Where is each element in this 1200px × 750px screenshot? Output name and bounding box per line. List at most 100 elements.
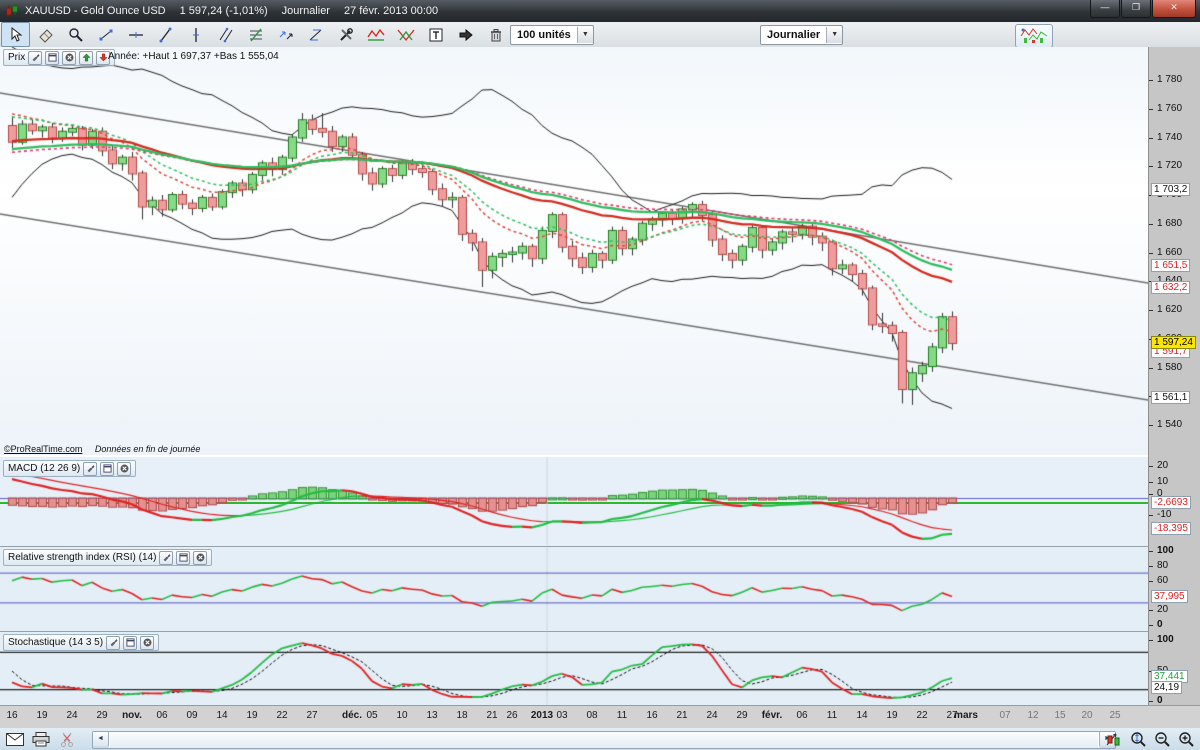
axis-tick-label: 1 740 bbox=[1157, 131, 1183, 143]
date-label: 14 bbox=[856, 710, 868, 721]
window-icon[interactable] bbox=[45, 50, 60, 65]
horizontal-line-tool[interactable] bbox=[121, 22, 150, 47]
axis-value-flag: 24,19 bbox=[1151, 681, 1183, 694]
candlestick-app-icon bbox=[5, 4, 19, 18]
forward-tool[interactable] bbox=[451, 22, 480, 47]
zoom-fit-icon[interactable] bbox=[1126, 730, 1150, 749]
chevron-down-icon[interactable]: ▼ bbox=[826, 27, 843, 43]
axis-tick bbox=[1149, 515, 1153, 516]
retracement-tool[interactable] bbox=[301, 22, 330, 47]
units-dropdown[interactable]: 100 unités ▼ bbox=[510, 25, 594, 45]
arrow-up-icon[interactable] bbox=[79, 50, 94, 65]
date-label: 13 bbox=[426, 710, 438, 721]
axis-tick-label: 100 bbox=[1157, 545, 1174, 556]
window-icon[interactable] bbox=[176, 550, 191, 565]
axis-tick-label: -10 bbox=[1157, 509, 1172, 520]
date-label: 09 bbox=[186, 710, 198, 721]
period-dropdown[interactable]: Journalier ▼ bbox=[760, 25, 844, 45]
minimize-button[interactable]: — bbox=[1090, 0, 1120, 18]
date-axis[interactable]: 16 19 24 29 nov. 06 09 14 19 22 27 déc. 05 10 13 18 21 26… bbox=[0, 705, 1200, 728]
date-label: 22 bbox=[276, 710, 288, 721]
axis-tick-label: 1 720 bbox=[1157, 160, 1183, 172]
axis-tick-label: 1 540 bbox=[1157, 419, 1183, 430]
zoom-candles-icon[interactable] bbox=[1102, 730, 1126, 749]
close-icon[interactable] bbox=[117, 461, 132, 476]
rsi-panel-title: Relative strength index (RSI) (14) bbox=[8, 552, 157, 563]
title-price: 1 597,24 (-1,01%) bbox=[179, 5, 268, 17]
axis-tick-label: 20 bbox=[1157, 459, 1169, 471]
wrench-icon[interactable] bbox=[28, 50, 43, 65]
cut-icon[interactable] bbox=[56, 731, 78, 749]
axis-tick bbox=[1149, 701, 1153, 702]
restore-button[interactable]: ❐ bbox=[1121, 0, 1151, 18]
axis-tick bbox=[1149, 640, 1153, 641]
zoom-out-icon[interactable] bbox=[1150, 730, 1174, 749]
date-label: 29 bbox=[736, 710, 748, 721]
select-tool[interactable] bbox=[1, 22, 30, 47]
settings-tool[interactable] bbox=[331, 22, 360, 47]
axis-tick bbox=[1149, 482, 1153, 483]
date-label: 19 bbox=[886, 710, 898, 721]
horizontal-scrollbar[interactable]: ◄ ► bbox=[92, 731, 1116, 749]
axis-tick bbox=[1149, 494, 1153, 495]
axis-tick bbox=[1149, 610, 1153, 611]
segment-tool[interactable] bbox=[91, 22, 120, 47]
mail-icon[interactable] bbox=[4, 731, 26, 749]
price-axis[interactable]: 1 7801 7601 7401 7201 7001 6801 6601 640… bbox=[1148, 47, 1200, 706]
prorealtime-link[interactable]: ©ProRealTime.com bbox=[4, 444, 82, 454]
zoom-in-icon[interactable] bbox=[1174, 730, 1198, 749]
date-label: mars bbox=[954, 710, 978, 721]
axis-value-flag: 37,995 bbox=[1151, 590, 1188, 603]
zigzag-pattern-tool[interactable] bbox=[361, 22, 390, 47]
close-icon[interactable] bbox=[62, 50, 77, 65]
zoom-tool[interactable] bbox=[61, 22, 90, 47]
period-value: Journalier bbox=[767, 29, 821, 41]
arrows-tool[interactable] bbox=[271, 22, 300, 47]
title-symbol: XAUUSD - Gold Ounce USD bbox=[25, 5, 166, 17]
window-icon[interactable] bbox=[100, 461, 115, 476]
axis-tick-label: 1 680 bbox=[1157, 217, 1183, 229]
axis-tick bbox=[1149, 166, 1153, 168]
axis-value-flag: 1 651,5 bbox=[1151, 259, 1191, 272]
chart-style-button[interactable] bbox=[1015, 24, 1053, 48]
close-icon[interactable] bbox=[193, 550, 208, 565]
window-icon[interactable] bbox=[123, 635, 138, 650]
text-tool[interactable] bbox=[421, 22, 450, 47]
axis-tick bbox=[1149, 566, 1153, 567]
scrollbar-thumb[interactable] bbox=[109, 732, 1099, 748]
vertical-line-tool[interactable] bbox=[181, 22, 210, 47]
print-icon[interactable] bbox=[30, 731, 52, 749]
fibonacci-tool[interactable] bbox=[241, 22, 270, 47]
date-label: 26 bbox=[506, 710, 518, 721]
axis-tick-label: 1 760 bbox=[1157, 102, 1183, 114]
delete-tool[interactable] bbox=[481, 22, 510, 47]
scroll-left-arrow[interactable]: ◄ bbox=[93, 732, 109, 746]
wrench-icon[interactable] bbox=[106, 635, 121, 650]
application-window: XAUUSD - Gold Ounce USD 1 597,24 (-1,01%… bbox=[0, 0, 1200, 750]
eraser-tool[interactable] bbox=[31, 22, 60, 47]
rsi-panel-header: Relative strength index (RSI) (14) bbox=[3, 549, 213, 566]
data-note: Données en fin de journée bbox=[94, 444, 201, 454]
chevron-down-icon[interactable]: ▼ bbox=[576, 27, 593, 43]
macd-panel-header: MACD (12 26 9) bbox=[3, 460, 137, 477]
axis-value-flag: -18,395 bbox=[1151, 522, 1191, 535]
triangle-pattern-tool[interactable] bbox=[391, 22, 420, 47]
wrench-icon[interactable] bbox=[159, 550, 174, 565]
axis-tick-label: 80 bbox=[1157, 560, 1169, 571]
axis-tick-label: 1 780 bbox=[1157, 74, 1183, 85]
close-button[interactable]: ✕ bbox=[1152, 0, 1196, 18]
axis-tick-label: 0 bbox=[1157, 619, 1163, 630]
trendline-tool[interactable] bbox=[151, 22, 180, 47]
axis-tick bbox=[1149, 108, 1153, 110]
date-label: 21 bbox=[676, 710, 688, 721]
axis-tick bbox=[1149, 223, 1153, 225]
axis-tick bbox=[1149, 465, 1153, 467]
close-icon[interactable] bbox=[140, 635, 155, 650]
chart-canvas[interactable] bbox=[0, 47, 1148, 705]
macd-panel-title: MACD (12 26 9) bbox=[8, 463, 81, 474]
parallel-lines-tool[interactable] bbox=[211, 22, 240, 47]
axis-tick bbox=[1149, 581, 1153, 582]
axis-tick-label: 100 bbox=[1157, 634, 1174, 645]
price-panel-header: Prix bbox=[3, 49, 116, 66]
wrench-icon[interactable] bbox=[83, 461, 98, 476]
